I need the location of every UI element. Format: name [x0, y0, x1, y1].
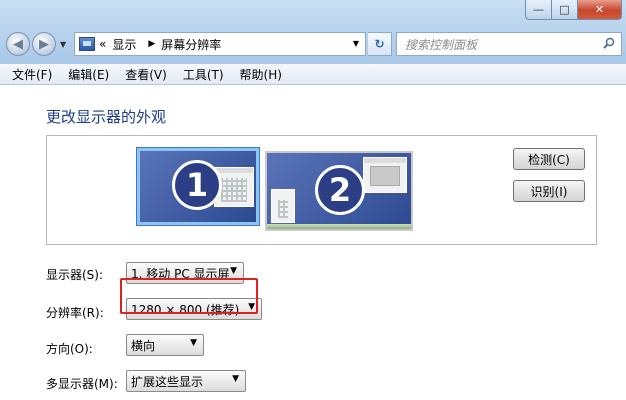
back-button[interactable]: ◀: [6, 32, 30, 56]
menu-file[interactable]: 文件(F): [4, 66, 60, 83]
monitor-1[interactable]: 1: [137, 148, 259, 225]
search-input[interactable]: 搜索控制面板: [396, 32, 622, 56]
menu-edit[interactable]: 编辑(E): [60, 66, 117, 83]
monitor-number-2: 2: [315, 165, 365, 215]
page-title: 更改显示器的外观: [46, 108, 167, 126]
window-controls: — □ ✕: [525, 0, 622, 20]
minimize-button[interactable]: —: [525, 0, 552, 20]
breadcrumb-display[interactable]: 显示: [112, 36, 136, 53]
orientation-value: 横向: [131, 338, 156, 353]
forward-button[interactable]: ▶: [32, 32, 56, 56]
search-placeholder: 搜索控制面板: [405, 37, 478, 52]
address-overflow[interactable]: «: [99, 37, 106, 51]
orientation-select[interactable]: 横向 ▼: [126, 334, 204, 356]
sidebar-thumbnail-icon: [271, 189, 295, 223]
breadcrumb-separator-icon[interactable]: ▶: [148, 39, 155, 49]
multi-display-value: 扩展这些显示: [131, 374, 204, 389]
chevron-down-icon: ▼: [230, 266, 237, 276]
monitor-arrangement-panel: 1 2 检测(C) 识别(I): [46, 135, 597, 245]
identify-button[interactable]: 识别(I): [513, 180, 585, 202]
search-icon[interactable]: [603, 37, 615, 49]
menu-help[interactable]: 帮助(H): [232, 66, 290, 83]
detect-button[interactable]: 检测(C): [513, 148, 585, 170]
display-label: 显示器(S):: [46, 268, 104, 282]
maximize-button[interactable]: □: [552, 0, 578, 20]
highlight-box: [120, 278, 258, 314]
resolution-label: 分辨率(R):: [46, 306, 104, 320]
multi-display-label: 多显示器(M):: [46, 377, 118, 391]
close-button[interactable]: ✕: [578, 0, 622, 20]
window-chrome: — □ ✕ ◀ ▶ ▼ « 显示 ▶ 屏幕分辨率 ▼ ↻ 搜索控制面板: [0, 0, 626, 64]
refresh-button[interactable]: ↻: [368, 32, 392, 56]
orientation-label: 方向(O):: [46, 342, 93, 356]
navigation-row: ◀ ▶ ▼ « 显示 ▶ 屏幕分辨率 ▼ ↻ 搜索控制面板: [6, 30, 622, 60]
address-bar[interactable]: « 显示 ▶ 屏幕分辨率 ▼: [74, 32, 366, 56]
menu-view[interactable]: 查看(V): [117, 66, 175, 83]
menu-tools[interactable]: 工具(T): [175, 66, 232, 83]
address-dropdown-icon[interactable]: ▼: [353, 39, 359, 48]
control-panel-icon: [79, 37, 95, 51]
menu-bar: 文件(F) 编辑(E) 查看(V) 工具(T) 帮助(H): [0, 64, 626, 85]
recent-pages-chevron-icon[interactable]: ▼: [60, 40, 66, 49]
chevron-down-icon: ▼: [190, 338, 197, 348]
multi-display-select[interactable]: 扩展这些显示 ▼: [126, 370, 246, 392]
window-thumbnail-icon: [363, 157, 407, 193]
breadcrumb-screen-resolution[interactable]: 屏幕分辨率: [161, 36, 221, 53]
chevron-down-icon: ▼: [232, 374, 239, 384]
main-content: 更改显示器的外观 1 2 检测(C) 识别(I) 显示器(S): 1. 移动 P…: [0, 86, 626, 400]
monitor-number-1: 1: [172, 160, 222, 210]
monitor-2[interactable]: 2: [265, 151, 413, 231]
taskbar-thumbnail: [267, 224, 411, 229]
